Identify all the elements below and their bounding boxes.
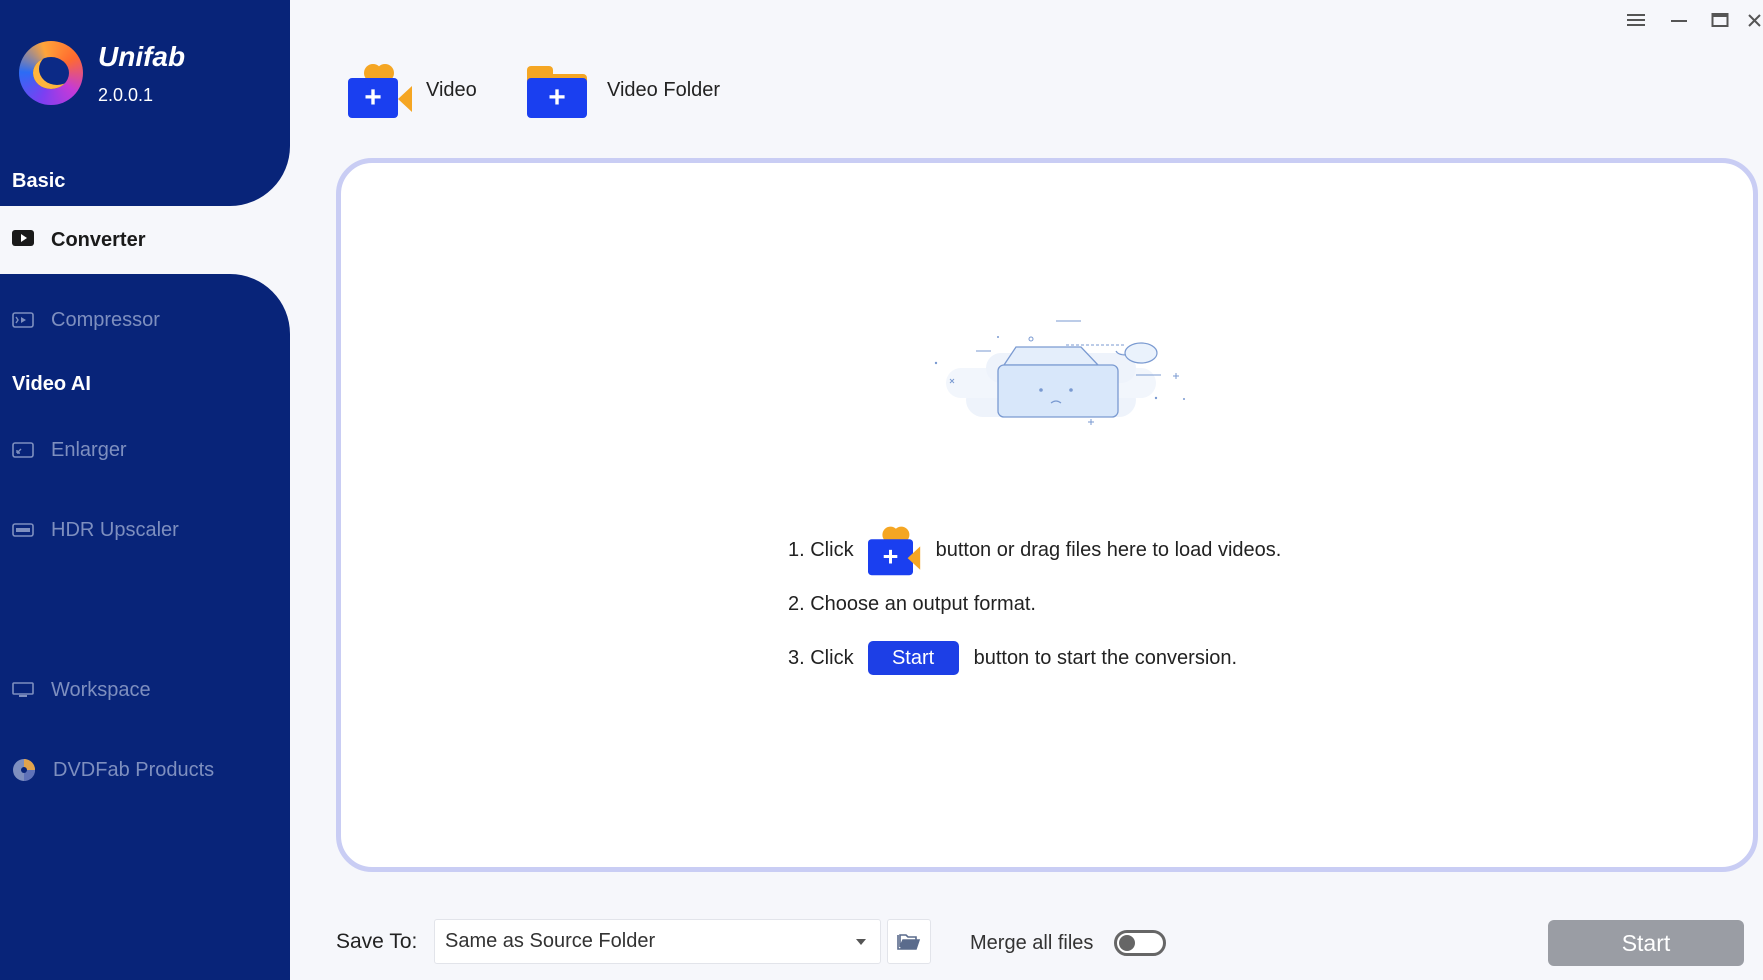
- add-video-label: Video: [426, 78, 477, 101]
- start-button-sample: Start: [867, 641, 959, 675]
- app-version: 2.0.0.1: [98, 85, 154, 105]
- app-name: Unifab: [98, 41, 186, 72]
- start-button[interactable]: Start: [1548, 920, 1744, 966]
- add-folder-label: Video Folder: [607, 78, 721, 101]
- minimize-icon: [1671, 20, 1687, 22]
- close-icon: [1748, 14, 1761, 27]
- sidebar-item-label: Converter: [51, 228, 146, 251]
- sidebar-item-label: Compressor: [51, 308, 160, 331]
- sidebar-item-label: HDR Upscaler: [51, 518, 179, 541]
- add-folder-icon: +: [525, 62, 589, 118]
- maximize-button[interactable]: [1706, 8, 1734, 32]
- instruction-step-1: 1. Click + button or drag files here to …: [788, 523, 1281, 577]
- hdr-icon: [12, 522, 34, 538]
- sidebar-item-enlarger[interactable]: Enlarger: [0, 420, 290, 480]
- add-video-icon: +: [348, 62, 412, 118]
- sidebar-item-compressor[interactable]: Compressor: [0, 290, 290, 350]
- folder-open-icon: [897, 933, 921, 950]
- instruction-step-3: 3. Click Start button to start the conve…: [788, 631, 1281, 685]
- section-title-basic: Basic: [12, 170, 66, 192]
- merge-all-files-label: Merge all files: [970, 932, 1094, 954]
- menu-button[interactable]: [1622, 8, 1650, 32]
- add-video-icon: +: [867, 525, 920, 576]
- save-to-dropdown[interactable]: Same as Source Folder: [434, 919, 881, 964]
- save-to-value: Same as Source Folder: [445, 930, 656, 952]
- sidebar-item-workspace[interactable]: Workspace: [0, 660, 290, 720]
- chevron-down-icon: [856, 939, 866, 945]
- sidebar-item-label: Workspace: [51, 678, 151, 701]
- menu-icon: [1627, 14, 1645, 26]
- instruction-step-2: 2. Choose an output format.: [788, 592, 1036, 615]
- sidebar-item-hdr-upscaler[interactable]: HDR Upscaler: [0, 500, 290, 560]
- close-button[interactable]: [1746, 8, 1763, 32]
- file-drop-zone[interactable]: 1. Click + button or drag files here to …: [336, 158, 1758, 872]
- empty-box-illustration-icon: [934, 320, 1185, 425]
- merge-all-files-toggle[interactable]: [1114, 930, 1166, 956]
- sidebar-item-label: Enlarger: [51, 438, 127, 461]
- enlarge-icon: [12, 442, 34, 458]
- instructions: 1. Click + button or drag files here to …: [788, 523, 1281, 685]
- maximize-icon: [1711, 13, 1729, 27]
- add-video-button[interactable]: + Video: [348, 60, 477, 120]
- monitor-icon: [12, 682, 34, 698]
- save-to-label: Save To:: [336, 930, 418, 953]
- browse-folder-button[interactable]: [887, 919, 931, 964]
- add-video-folder-button[interactable]: + Video Folder: [525, 60, 720, 120]
- section-title-video-ai: Video AI: [12, 373, 91, 395]
- video-play-icon: [12, 229, 34, 251]
- dvdfab-icon: [12, 758, 36, 782]
- compress-icon: [12, 312, 34, 328]
- sidebar-item-label: DVDFab Products: [53, 758, 215, 781]
- unifab-logo-icon: [19, 41, 83, 105]
- minimize-button[interactable]: [1665, 8, 1693, 32]
- sidebar-item-dvdfab-products[interactable]: DVDFab Products: [0, 740, 290, 800]
- sidebar-item-converter[interactable]: Converter: [0, 206, 290, 274]
